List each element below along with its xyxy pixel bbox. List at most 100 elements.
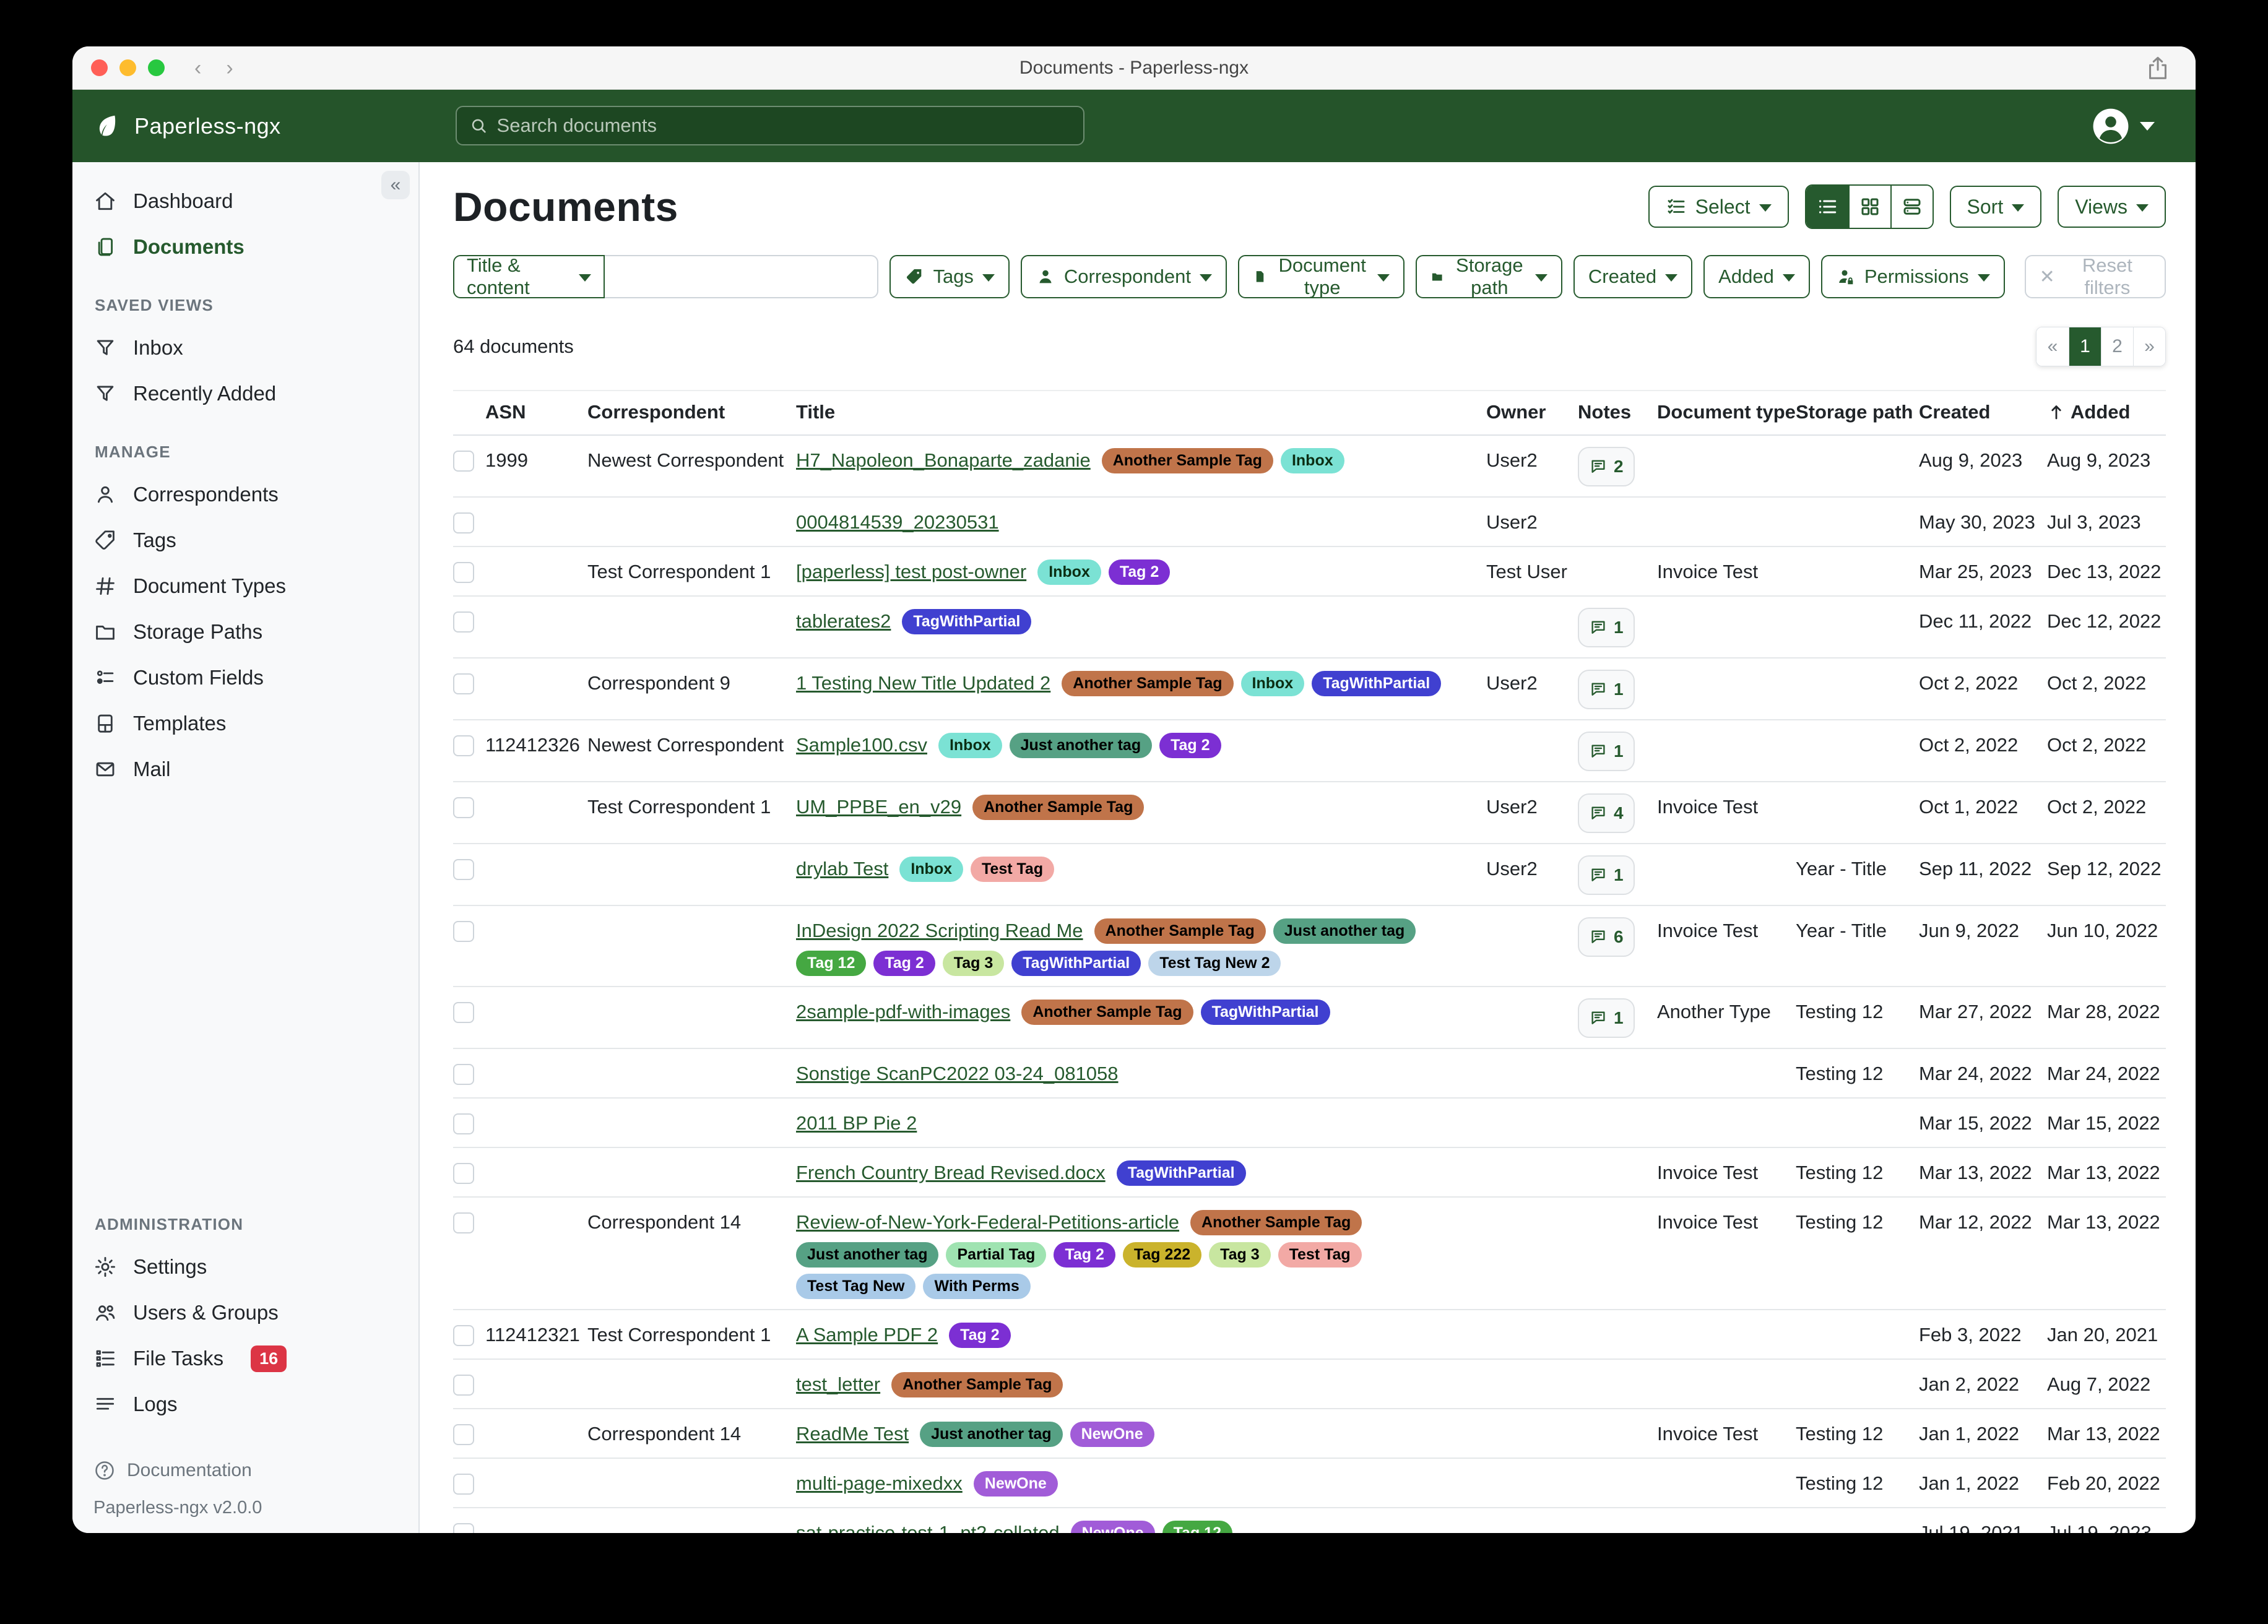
sidebar-item-file-tasks[interactable]: File Tasks16 <box>93 1336 418 1381</box>
column-header-created[interactable]: Created <box>1919 401 2047 423</box>
filter-button-correspondent[interactable]: Correspondent <box>1021 255 1227 298</box>
tag-pill[interactable]: Inbox <box>938 733 1002 758</box>
detail-view-button[interactable] <box>1890 186 1933 228</box>
sidebar-item-dashboard[interactable]: Dashboard <box>93 178 418 224</box>
sidebar-item-custom-fields[interactable]: Custom Fields <box>93 655 418 701</box>
tag-pill[interactable]: Another Sample Tag <box>891 1372 1063 1397</box>
notes-badge[interactable]: 1 <box>1578 855 1635 895</box>
sidebar-item-tags[interactable]: Tags <box>93 517 418 563</box>
sidebar-item-recently-added[interactable]: Recently Added <box>93 371 418 417</box>
document-title-link[interactable]: InDesign 2022 Scripting Read Me <box>796 917 1083 944</box>
sidebar-item-inbox[interactable]: Inbox <box>93 325 418 371</box>
sidebar-item-documents[interactable]: Documents <box>93 224 418 270</box>
tag-pill[interactable]: Another Sample Tag <box>1021 1000 1193 1025</box>
column-header-document-type[interactable]: Document type <box>1657 401 1796 423</box>
tag-pill[interactable]: Partial Tag <box>946 1242 1046 1268</box>
notes-badge[interactable]: 1 <box>1578 608 1635 647</box>
filter-button-added[interactable]: Added <box>1703 255 1810 298</box>
row-checkbox[interactable] <box>453 1375 474 1396</box>
document-title-link[interactable]: Sample100.csv <box>796 732 927 759</box>
tag-pill[interactable]: NewOne <box>1070 1422 1154 1447</box>
tag-pill[interactable]: Test Tag <box>971 857 1054 882</box>
search-input[interactable] <box>497 114 1071 137</box>
documentation-link[interactable]: Documentation <box>93 1452 418 1489</box>
share-icon[interactable] <box>2144 53 2172 88</box>
filter-button-storage-path[interactable]: Storage path <box>1416 255 1562 298</box>
column-header-storage-path[interactable]: Storage path <box>1796 401 1919 423</box>
document-title-link[interactable]: UM_PPBE_en_v29 <box>796 793 961 821</box>
tag-pill[interactable]: Test Tag New 2 <box>1148 951 1281 976</box>
filter-button-created[interactable]: Created <box>1573 255 1692 298</box>
row-checkbox[interactable] <box>453 673 474 694</box>
tag-pill[interactable]: Just another tag <box>1010 733 1152 758</box>
document-title-link[interactable]: test_letter <box>796 1371 880 1398</box>
column-header-asn[interactable]: ASN <box>485 401 587 423</box>
row-checkbox[interactable] <box>453 1474 474 1495</box>
column-header-notes[interactable]: Notes <box>1578 401 1657 423</box>
row-checkbox[interactable] <box>453 451 474 472</box>
tag-pill[interactable]: Tag 3 <box>943 951 1004 976</box>
reset-filters-button[interactable]: ✕ Reset filters <box>2025 255 2166 298</box>
sidebar-item-users-groups[interactable]: Users & Groups <box>93 1290 418 1336</box>
title-content-input[interactable] <box>605 255 879 298</box>
document-title-link[interactable]: multi-page-mixedxx <box>796 1470 963 1497</box>
sidebar-item-settings[interactable]: Settings <box>93 1244 418 1290</box>
tag-pill[interactable]: Another Sample Tag <box>1062 671 1233 696</box>
tag-pill[interactable]: Another Sample Tag <box>972 795 1144 820</box>
tag-pill[interactable]: Tag 12 <box>796 951 866 976</box>
notes-badge[interactable]: 4 <box>1578 793 1635 833</box>
notes-badge[interactable]: 6 <box>1578 917 1635 957</box>
pagination-page-1[interactable]: 1 <box>2069 327 2101 366</box>
tag-pill[interactable]: Another Sample Tag <box>1094 918 1266 944</box>
tag-pill[interactable]: Tag 2 <box>1159 733 1221 758</box>
grid-view-button[interactable] <box>1848 186 1890 228</box>
document-title-link[interactable]: Review-of-New-York-Federal-Petitions-art… <box>796 1209 1179 1236</box>
sidebar-item-storage-paths[interactable]: Storage Paths <box>93 609 418 655</box>
row-checkbox[interactable] <box>453 921 474 942</box>
row-checkbox[interactable] <box>453 1113 474 1134</box>
brand[interactable]: Paperless-ngx <box>92 112 281 140</box>
row-checkbox[interactable] <box>453 1002 474 1023</box>
column-header-owner[interactable]: Owner <box>1486 401 1578 423</box>
tag-pill[interactable]: Tag 2 <box>949 1323 1010 1348</box>
sidebar-item-correspondents[interactable]: Correspondents <box>93 472 418 517</box>
tag-pill[interactable]: Tag 3 <box>1209 1242 1270 1268</box>
document-title-link[interactable]: Sonstige ScanPC2022 03-24_081058 <box>796 1060 1119 1087</box>
tag-pill[interactable]: Tag 12 <box>1162 1521 1232 1534</box>
document-title-link[interactable]: A Sample PDF 2 <box>796 1321 938 1349</box>
tag-pill[interactable]: TagWithPartial <box>902 609 1031 634</box>
tag-pill[interactable]: TagWithPartial <box>1117 1160 1246 1186</box>
document-title-link[interactable]: [paperless] test post-owner <box>796 558 1026 585</box>
tag-pill[interactable]: Test Tag <box>1278 1242 1362 1268</box>
row-checkbox[interactable] <box>453 562 474 583</box>
column-header-added[interactable]: Added <box>2047 401 2166 423</box>
notes-badge[interactable]: 1 <box>1578 732 1635 771</box>
row-checkbox[interactable] <box>453 1212 474 1233</box>
document-title-link[interactable]: French Country Bread Revised.docx <box>796 1159 1106 1186</box>
tag-pill[interactable]: Inbox <box>1037 559 1101 585</box>
row-checkbox[interactable] <box>453 1163 474 1184</box>
sidebar-item-templates[interactable]: Templates <box>93 701 418 746</box>
tag-pill[interactable]: Tag 2 <box>1054 1242 1115 1268</box>
document-title-link[interactable]: drylab Test <box>796 855 888 883</box>
document-title-link[interactable]: 2sample-pdf-with-images <box>796 998 1010 1026</box>
tag-pill[interactable]: Test Tag New <box>796 1274 915 1299</box>
sidebar-item-mail[interactable]: Mail <box>93 746 418 792</box>
tag-pill[interactable]: TagWithPartial <box>1011 951 1141 976</box>
tag-pill[interactable]: With Perms <box>923 1274 1030 1299</box>
notes-badge[interactable]: 1 <box>1578 998 1635 1038</box>
row-checkbox[interactable] <box>453 1523 474 1533</box>
select-button[interactable]: Select <box>1648 186 1789 228</box>
sort-button[interactable]: Sort <box>1950 186 2042 228</box>
document-title-link[interactable]: 1 Testing New Title Updated 2 <box>796 670 1050 697</box>
notes-badge[interactable]: 2 <box>1578 447 1635 486</box>
document-title-link[interactable]: H7_Napoleon_Bonaparte_zadanie <box>796 447 1091 474</box>
tag-pill[interactable]: Inbox <box>1241 671 1305 696</box>
filter-button-tags[interactable]: Tags <box>889 255 1009 298</box>
tag-pill[interactable]: TagWithPartial <box>1312 671 1441 696</box>
column-header-title[interactable]: Title <box>796 401 1486 423</box>
row-checkbox[interactable] <box>453 1424 474 1445</box>
sidebar-item-document-types[interactable]: Document Types <box>93 563 418 609</box>
tag-pill[interactable]: Another Sample Tag <box>1190 1210 1362 1235</box>
field-selector-dropdown[interactable]: Title & content <box>453 255 605 298</box>
